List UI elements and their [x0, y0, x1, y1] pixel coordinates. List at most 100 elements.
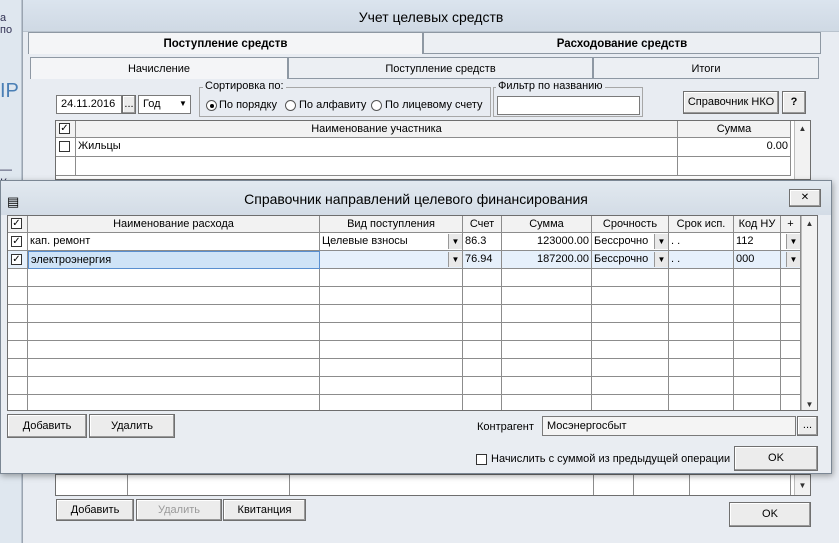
chevron-down-icon[interactable]: ▼: [654, 234, 668, 249]
participant-sum-cell[interactable]: 0.00: [678, 138, 791, 157]
income-type-cell[interactable]: Целевые взносы ▼: [320, 233, 463, 251]
row-dropdown-cell[interactable]: ▼: [781, 233, 801, 251]
chevron-down-icon[interactable]: ▼: [786, 234, 800, 249]
empty-cell: [8, 269, 28, 287]
grid-scrollbar[interactable]: ▲ ▼: [801, 216, 817, 410]
checkbox[interactable]: [59, 141, 70, 152]
nko-directory-button[interactable]: Справочник НКО: [683, 91, 779, 114]
period-select[interactable]: Год ▼: [138, 95, 191, 114]
column-header-sum[interactable]: Сумма: [502, 216, 592, 233]
scroll-down-icon[interactable]: ▼: [795, 478, 810, 493]
empty-cell: [128, 475, 290, 495]
select-all-header[interactable]: ✓: [56, 121, 76, 138]
column-header-term[interactable]: Срок исп.: [669, 216, 734, 233]
empty-cell: [28, 395, 320, 410]
scroll-down-icon[interactable]: ▼: [802, 397, 817, 410]
checkbox[interactable]: ✓: [11, 218, 22, 229]
expense-name-cell[interactable]: кап. ремонт: [28, 233, 320, 251]
urgency-cell[interactable]: Бессрочно ▼: [592, 233, 669, 251]
income-type-value: Целевые взносы: [322, 235, 408, 247]
column-header-urgency[interactable]: Срочность: [592, 216, 669, 233]
row-checkbox-cell[interactable]: ✓: [8, 233, 28, 251]
prev-sum-checkbox[interactable]: [476, 454, 487, 465]
sort-option-label: По алфавиту: [299, 99, 367, 111]
tab-accrual[interactable]: Начисление: [30, 57, 288, 79]
column-header-participant[interactable]: Наименование участника: [76, 121, 678, 138]
chevron-down-icon[interactable]: ▼: [654, 252, 668, 267]
sort-radio-alpha[interactable]: [285, 100, 296, 111]
column-header-expense-name[interactable]: Наименование расхода: [28, 216, 320, 233]
empty-cell: [502, 377, 592, 395]
checkbox[interactable]: ✓: [59, 123, 70, 134]
tax-code-cell[interactable]: 112: [734, 233, 781, 251]
empty-cell: [781, 305, 801, 323]
empty-cell: [734, 269, 781, 287]
term-cell[interactable]: . .: [669, 233, 734, 251]
sort-option-label: По порядку: [219, 99, 277, 111]
receipt-button[interactable]: Квитанция: [223, 499, 306, 521]
empty-cell: [594, 475, 634, 495]
column-header-sum[interactable]: Сумма: [678, 121, 791, 138]
empty-cell: [734, 377, 781, 395]
expense-name-cell[interactable]: электроэнергия: [28, 251, 320, 269]
name-filter-input[interactable]: [497, 96, 640, 115]
date-field[interactable]: 24.11.2016: [56, 95, 122, 114]
chevron-down-icon[interactable]: ▼: [448, 234, 462, 249]
tab-receipts[interactable]: Поступление средств: [288, 57, 593, 79]
empty-cell: [463, 305, 502, 323]
column-header-income-type[interactable]: Вид поступления: [320, 216, 463, 233]
sort-radio-account[interactable]: [371, 100, 382, 111]
account-cell[interactable]: 86.3: [463, 233, 502, 251]
empty-cell: [8, 341, 28, 359]
contragent-field[interactable]: Мосэнергосбыт: [542, 416, 796, 436]
sort-radio-order[interactable]: [206, 100, 217, 111]
empty-cell: [320, 395, 463, 410]
row-dropdown-cell[interactable]: ▼: [781, 251, 801, 269]
column-header-tax-code[interactable]: Код НУ: [734, 216, 781, 233]
tab-totals[interactable]: Итоги: [593, 57, 819, 79]
column-header-add[interactable]: +: [781, 216, 801, 233]
sum-cell[interactable]: 123000.00: [502, 233, 592, 251]
account-cell[interactable]: 76.94: [463, 251, 502, 269]
empty-cell: [669, 269, 734, 287]
tab-expense[interactable]: Расходование средств: [423, 32, 821, 54]
term-cell[interactable]: . .: [669, 251, 734, 269]
grid-scrollbar[interactable]: ▼: [794, 475, 810, 495]
row-checkbox-cell[interactable]: ✓: [8, 251, 28, 269]
close-icon[interactable]: ✕: [789, 189, 821, 207]
checkbox[interactable]: ✓: [11, 236, 22, 247]
empty-cell: [678, 157, 791, 176]
scroll-up-icon[interactable]: ▲: [802, 216, 817, 231]
dialog-ok-button[interactable]: OK: [734, 446, 818, 471]
chevron-down-icon[interactable]: ▼: [448, 252, 462, 267]
help-button[interactable]: ?: [782, 91, 806, 114]
tax-code-cell[interactable]: 000: [734, 251, 781, 269]
contragent-picker-button[interactable]: ...: [797, 416, 818, 436]
window-title: Учет целевых средств: [23, 0, 839, 32]
chevron-down-icon[interactable]: ▼: [786, 252, 800, 267]
participant-name-cell[interactable]: Жильцы: [76, 138, 678, 157]
empty-cell: [781, 323, 801, 341]
column-header-account[interactable]: Счет: [463, 216, 502, 233]
empty-cell: [669, 323, 734, 341]
grid-scrollbar[interactable]: ▲: [794, 121, 810, 179]
empty-cell: [463, 377, 502, 395]
add-button[interactable]: Добавить: [56, 499, 134, 521]
income-type-cell[interactable]: ▼: [320, 251, 463, 269]
sum-cell[interactable]: 187200.00: [502, 251, 592, 269]
dialog-title-bar: ▤ Справочник направлений целевого финанс…: [1, 181, 831, 215]
empty-cell: [592, 395, 669, 410]
dialog-delete-button[interactable]: Удалить: [89, 414, 175, 438]
row-checkbox-cell[interactable]: [56, 138, 76, 157]
scroll-up-icon[interactable]: ▲: [795, 121, 810, 136]
date-picker-button[interactable]: ...: [122, 95, 136, 114]
dialog-add-button[interactable]: Добавить: [7, 414, 87, 438]
tab-income[interactable]: Поступление средств: [28, 32, 423, 54]
select-all-header[interactable]: ✓: [8, 216, 28, 233]
delete-button[interactable]: Удалить: [136, 499, 222, 521]
ok-button[interactable]: OK: [729, 502, 811, 527]
urgency-cell[interactable]: Бессрочно ▼: [592, 251, 669, 269]
background-text: а по: [0, 12, 13, 36]
directions-dialog: ▤ Справочник направлений целевого финанс…: [0, 180, 832, 474]
checkbox[interactable]: ✓: [11, 254, 22, 265]
